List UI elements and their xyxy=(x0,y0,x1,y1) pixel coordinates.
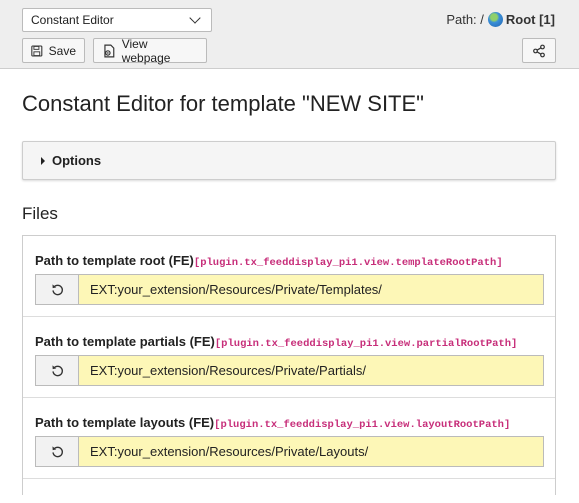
constant-field: EXT:your_extension/Resources/Private/Lay… xyxy=(35,436,544,467)
save-icon xyxy=(31,44,43,57)
view-icon xyxy=(104,44,115,57)
save-button[interactable]: Save xyxy=(22,38,85,63)
reset-icon xyxy=(51,365,63,377)
files-section-title: Files xyxy=(22,204,58,223)
module-docheader: Constant Editor Path: / Root [1] Save Vi… xyxy=(0,0,579,69)
options-label: Options xyxy=(52,153,102,168)
reset-button[interactable] xyxy=(35,436,78,467)
constant-key: [plugin.tx_feeddisplay_pi1.view.template… xyxy=(193,257,503,269)
module-function-select[interactable]: Constant Editor xyxy=(22,8,212,32)
view-webpage-label: View webpage xyxy=(121,36,171,65)
reset-button[interactable] xyxy=(35,274,78,305)
constant-value-input[interactable]: EXT:your_extension/Resources/Private/Par… xyxy=(78,355,544,386)
reset-button[interactable] xyxy=(35,355,78,386)
constant-label: Path to template layouts (FE)[plugin.tx_… xyxy=(35,415,511,431)
path-label: Path: / xyxy=(446,12,484,27)
options-panel-toggle[interactable]: Options xyxy=(22,141,556,180)
constant-key: [plugin.tx_feeddisplay_pi1.view.layoutRo… xyxy=(214,419,511,431)
constant-row-template-root: Path to template root (FE)[plugin.tx_fee… xyxy=(23,236,555,317)
constant-label: Path to template partials (FE)[plugin.tx… xyxy=(35,334,518,350)
globe-icon xyxy=(487,12,503,27)
reset-icon xyxy=(51,284,63,296)
view-webpage-button[interactable]: View webpage xyxy=(93,36,207,65)
save-button-label: Save xyxy=(48,43,76,58)
constant-key: [plugin.tx_feeddisplay_pi1.view.partialR… xyxy=(214,338,518,350)
breadcrumb: Path: / Root [1] xyxy=(446,12,555,27)
constant-row-template-layouts: Path to template layouts (FE)[plugin.tx_… xyxy=(23,398,555,479)
chevron-down-icon xyxy=(189,12,201,24)
page-title: Constant Editor for template "NEW SITE" xyxy=(22,91,424,116)
root-page-label[interactable]: Root [1] xyxy=(506,12,555,27)
constant-field: EXT:your_extension/Resources/Private/Tem… xyxy=(35,274,544,305)
constant-value-input[interactable]: EXT:your_extension/Resources/Private/Lay… xyxy=(78,436,544,467)
constant-field: EXT:your_extension/Resources/Private/Par… xyxy=(35,355,544,386)
constant-row-template-partials: Path to template partials (FE)[plugin.tx… xyxy=(23,317,555,398)
reset-icon xyxy=(51,446,63,458)
caret-right-icon xyxy=(41,156,45,165)
module-function-select-value: Constant Editor xyxy=(31,13,114,27)
constant-value-input[interactable]: EXT:your_extension/Resources/Private/Tem… xyxy=(78,274,544,305)
files-section: Path to template root (FE)[plugin.tx_fee… xyxy=(22,235,556,495)
constant-label: Path to template root (FE)[plugin.tx_fee… xyxy=(35,253,503,269)
share-icon xyxy=(533,44,545,57)
share-button[interactable] xyxy=(522,38,556,63)
